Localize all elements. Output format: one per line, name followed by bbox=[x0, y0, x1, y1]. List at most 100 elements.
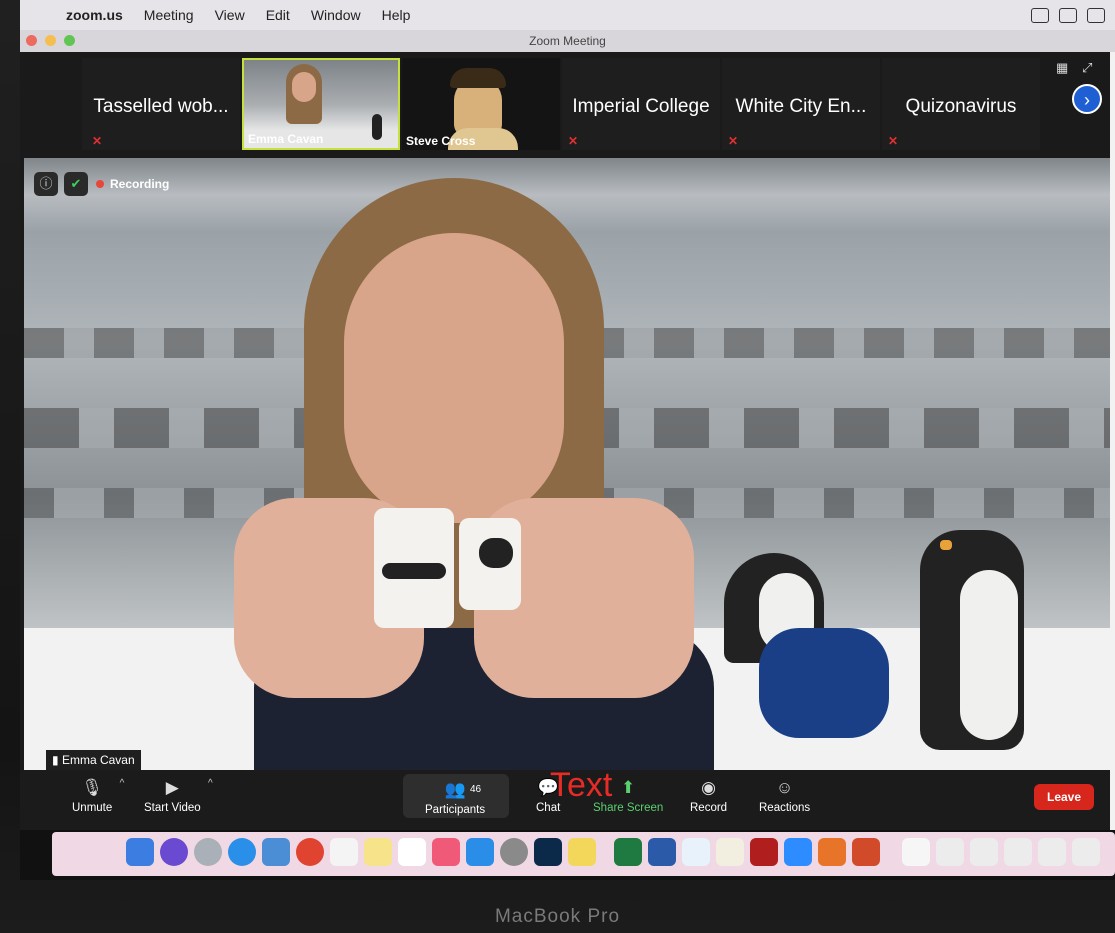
powerpoint-icon[interactable] bbox=[852, 838, 880, 866]
start-video-button[interactable]: ▶ Start Video ^ bbox=[144, 778, 213, 814]
chevron-up-icon[interactable]: ^ bbox=[208, 778, 213, 789]
gallery-tile[interactable]: Steve Cross bbox=[402, 58, 560, 150]
gallery-tile[interactable]: White City En... ✕ bbox=[722, 58, 880, 150]
participants-label: Participants bbox=[425, 804, 486, 816]
music-icon[interactable] bbox=[432, 838, 460, 866]
participant-name: Imperial College bbox=[572, 96, 710, 117]
excel-icon[interactable] bbox=[614, 838, 642, 866]
menu-view[interactable]: View bbox=[215, 7, 245, 23]
participants-icon: 👥 bbox=[444, 780, 466, 799]
window-title: Zoom Meeting bbox=[529, 34, 606, 48]
document-icon[interactable] bbox=[1072, 838, 1100, 866]
document-icon[interactable] bbox=[902, 838, 930, 866]
menu-window[interactable]: Window bbox=[311, 7, 361, 23]
speaker-hands bbox=[174, 478, 734, 698]
penguin-shape bbox=[372, 114, 382, 140]
document-icon[interactable] bbox=[1004, 838, 1032, 866]
zoom-icon[interactable] bbox=[784, 838, 812, 866]
meeting-toolbar: 🎙 Unmute ^ ▶ Start Video ^ 👥 Participant… bbox=[20, 766, 1110, 830]
speaker-figure bbox=[134, 178, 774, 770]
textedit-icon[interactable] bbox=[716, 838, 744, 866]
info-icon[interactable]: ⓘ bbox=[34, 172, 58, 196]
speaker-name-label: ▮ Emma Cavan bbox=[46, 750, 141, 770]
cup-print bbox=[479, 538, 513, 568]
gallery-tile-active[interactable]: Emma Cavan bbox=[242, 58, 400, 150]
display-status-icon[interactable] bbox=[1087, 7, 1105, 23]
window-title-bar: Zoom Meeting bbox=[20, 30, 1115, 52]
folder-icon[interactable] bbox=[568, 838, 596, 866]
screen: zoom.us Meeting View Edit Window Help Zo… bbox=[20, 0, 1115, 880]
mac-dock bbox=[52, 832, 1115, 876]
pen-status-icon[interactable] bbox=[1059, 7, 1077, 23]
fullscreen-icon[interactable]: ⤢ bbox=[1082, 60, 1096, 75]
unmute-button[interactable]: 🎙 Unmute ^ bbox=[72, 778, 124, 814]
wunderlist-icon[interactable] bbox=[682, 838, 710, 866]
gallery-strip: Tasselled wob... ✕ Emma Cavan Steve Cros… bbox=[20, 52, 1110, 156]
recording-dot-icon bbox=[96, 180, 104, 188]
security-shield-icon[interactable]: ✔ bbox=[64, 172, 88, 196]
leave-button[interactable]: Leave bbox=[1034, 784, 1094, 810]
share-screen-label: Share Screen bbox=[593, 802, 664, 814]
muted-mic-icon: ✕ bbox=[728, 134, 739, 148]
participant-name: White City En... bbox=[735, 96, 867, 117]
record-button[interactable]: ◉ Record bbox=[690, 778, 727, 814]
remote-icon[interactable] bbox=[818, 838, 846, 866]
video-off-icon: ▶ bbox=[165, 778, 179, 797]
reminders-icon[interactable] bbox=[398, 838, 426, 866]
gallery-tile[interactable]: Imperial College ✕ bbox=[562, 58, 720, 150]
speaker-name: Emma Cavan bbox=[61, 753, 135, 767]
document-icon[interactable] bbox=[1038, 838, 1066, 866]
word-icon[interactable] bbox=[648, 838, 676, 866]
share-screen-icon: ⬆ bbox=[621, 778, 636, 797]
penguin-shape bbox=[920, 530, 1024, 750]
signal-bars-icon: ▮ bbox=[52, 753, 59, 767]
penguin-belly bbox=[960, 570, 1018, 740]
penguin-beak bbox=[940, 540, 952, 550]
cup-right bbox=[459, 518, 521, 610]
menu-edit[interactable]: Edit bbox=[266, 7, 290, 23]
siri-icon[interactable] bbox=[160, 838, 188, 866]
apple-icon[interactable] bbox=[36, 7, 50, 23]
recording-indicator: ⓘ ✔ Recording bbox=[34, 172, 169, 196]
acrobat-icon[interactable] bbox=[750, 838, 778, 866]
muted-mic-icon: 🎙 bbox=[81, 778, 103, 797]
photoshop-icon[interactable] bbox=[534, 838, 562, 866]
camera-status-icon[interactable] bbox=[1031, 7, 1049, 23]
launchpad-icon[interactable] bbox=[194, 838, 222, 866]
document-icon[interactable] bbox=[970, 838, 998, 866]
menu-help[interactable]: Help bbox=[382, 7, 411, 23]
participant-hair bbox=[450, 68, 506, 88]
muted-mic-icon: ✕ bbox=[888, 134, 899, 148]
notes-icon[interactable] bbox=[364, 838, 392, 866]
unmute-label: Unmute bbox=[72, 802, 113, 814]
participant-name: Quizonavirus bbox=[905, 96, 1017, 117]
calendar-icon[interactable] bbox=[330, 838, 358, 866]
gallery-view-icon[interactable]: ▦ bbox=[1056, 60, 1070, 75]
next-page-button[interactable]: › bbox=[1072, 84, 1102, 114]
safari-icon[interactable] bbox=[228, 838, 256, 866]
reactions-button[interactable]: ☺ Reactions bbox=[759, 778, 810, 814]
share-screen-button[interactable]: ⬆ Share Screen bbox=[593, 778, 663, 814]
participant-count: 46 bbox=[470, 784, 482, 795]
mac-menu-bar: zoom.us Meeting View Edit Window Help bbox=[20, 0, 1115, 30]
gallery-tile[interactable]: Quizonavirus ✕ bbox=[882, 58, 1040, 150]
document-icon[interactable] bbox=[936, 838, 964, 866]
participant-name: Emma Cavan bbox=[248, 132, 324, 146]
finder-icon[interactable] bbox=[126, 838, 154, 866]
photos-icon[interactable] bbox=[262, 838, 290, 866]
chevron-up-icon[interactable]: ^ bbox=[120, 778, 125, 789]
reactions-icon: ☺ bbox=[775, 778, 794, 797]
participants-button[interactable]: 👥 Participants 46 bbox=[403, 774, 509, 818]
menu-meeting[interactable]: Meeting bbox=[144, 7, 194, 23]
menu-app-name[interactable]: zoom.us bbox=[66, 7, 123, 23]
chrome-icon[interactable] bbox=[296, 838, 324, 866]
zoom-window: Tasselled wob... ✕ Emma Cavan Steve Cros… bbox=[20, 52, 1110, 830]
laptop-brand: MacBook Pro bbox=[494, 906, 621, 927]
system-preferences-icon[interactable] bbox=[500, 838, 528, 866]
start-video-label: Start Video bbox=[144, 802, 201, 814]
muted-mic-icon: ✕ bbox=[568, 134, 579, 148]
chat-panel-edge bbox=[1110, 52, 1115, 830]
cup-print bbox=[382, 563, 446, 579]
gallery-tile[interactable]: Tasselled wob... ✕ bbox=[82, 58, 240, 150]
app-store-icon[interactable] bbox=[466, 838, 494, 866]
